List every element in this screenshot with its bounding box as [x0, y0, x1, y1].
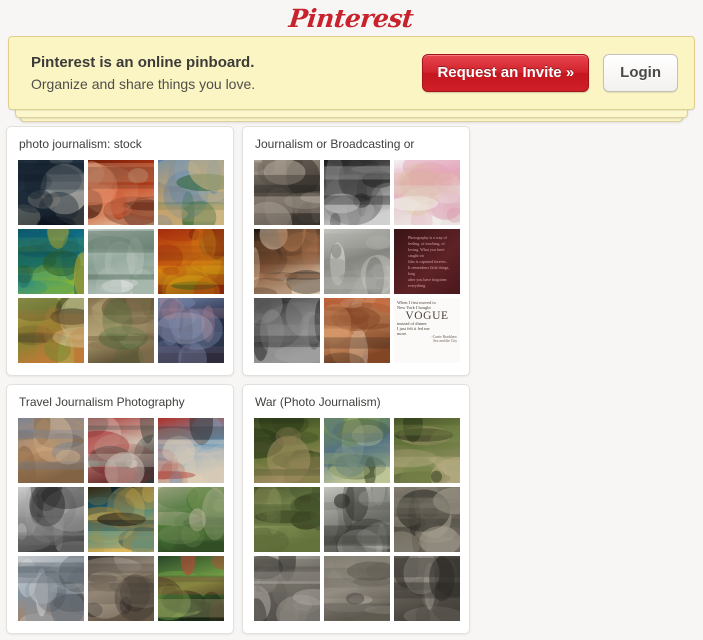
- board-card[interactable]: photo journalism: stock: [6, 126, 234, 376]
- pin-thumbnail[interactable]: [18, 298, 84, 363]
- pin-thumbnail[interactable]: [158, 298, 224, 363]
- pin-thumbnail[interactable]: [158, 418, 224, 483]
- board-card[interactable]: Journalism or Broadcasting or Photography…: [242, 126, 470, 376]
- pin-thumbnail[interactable]: [254, 418, 320, 483]
- banner-headline: Pinterest is an online pinboard.: [31, 53, 255, 71]
- pin-thumbnail[interactable]: [18, 487, 84, 552]
- pin-thumbnail[interactable]: When I first moved to New York I bought VO…: [394, 298, 460, 363]
- board-thumbnail-grid: [18, 418, 224, 621]
- pin-thumbnail[interactable]: [254, 298, 320, 363]
- pin-thumbnail[interactable]: [324, 229, 390, 294]
- pinterest-logo[interactable]: Pinterest: [288, 4, 415, 33]
- pin-thumbnail[interactable]: [88, 229, 154, 294]
- banner-subline: Organize and share things you love.: [31, 75, 256, 92]
- pin-thumbnail[interactable]: [324, 418, 390, 483]
- pin-thumbnail[interactable]: [254, 160, 320, 225]
- pin-thumbnail[interactable]: [324, 298, 390, 363]
- board-thumbnail-grid: Photography is a way of feeling, of touch…: [254, 160, 460, 363]
- pin-thumbnail[interactable]: [158, 556, 224, 621]
- pin-thumbnail[interactable]: [18, 556, 84, 621]
- board-card[interactable]: War (Photo Journalism): [242, 384, 470, 634]
- pinterest-page: Pinterest Pinterest is an online pinboar…: [0, 0, 703, 640]
- banner-text-block: Pinterest is an online pinboard. Organiz…: [31, 52, 422, 94]
- pin-thumbnail[interactable]: [394, 487, 460, 552]
- pin-thumbnail[interactable]: [88, 160, 154, 225]
- board-title[interactable]: Journalism or Broadcasting or: [255, 137, 460, 151]
- pin-thumbnail[interactable]: [158, 160, 224, 225]
- pin-thumbnail[interactable]: [254, 229, 320, 294]
- login-button[interactable]: Login: [603, 54, 678, 92]
- pin-thumbnail[interactable]: [324, 160, 390, 225]
- board-grid: photo journalism: stock Journalism or Bro…: [6, 126, 703, 640]
- board-thumbnail-grid: [18, 160, 224, 363]
- invite-banner-wrapper: Pinterest is an online pinboard. Organiz…: [8, 36, 695, 122]
- pin-thumbnail[interactable]: [254, 487, 320, 552]
- board-card[interactable]: Travel Journalism Photography: [6, 384, 234, 634]
- pin-thumbnail[interactable]: [394, 556, 460, 621]
- site-header: Pinterest: [0, 0, 703, 36]
- pin-thumbnail[interactable]: [88, 487, 154, 552]
- pin-thumbnail[interactable]: [18, 229, 84, 294]
- pin-thumbnail[interactable]: [394, 418, 460, 483]
- invite-banner: Pinterest is an online pinboard. Organiz…: [8, 36, 695, 110]
- pin-thumbnail[interactable]: [394, 160, 460, 225]
- pin-thumbnail[interactable]: [88, 298, 154, 363]
- pin-thumbnail[interactable]: [324, 487, 390, 552]
- pin-thumbnail[interactable]: [18, 160, 84, 225]
- pin-thumbnail[interactable]: [18, 418, 84, 483]
- request-invite-button[interactable]: Request an Invite »: [422, 54, 590, 92]
- pin-thumbnail[interactable]: [158, 229, 224, 294]
- pin-thumbnail[interactable]: [254, 556, 320, 621]
- pin-thumbnail[interactable]: [158, 487, 224, 552]
- board-thumbnail-grid: [254, 418, 460, 621]
- board-title[interactable]: photo journalism: stock: [19, 137, 224, 151]
- pin-thumbnail[interactable]: Photography is a way of feeling, of touch…: [394, 229, 460, 294]
- pin-thumbnail[interactable]: [88, 556, 154, 621]
- pin-thumbnail[interactable]: [88, 418, 154, 483]
- pin-thumbnail[interactable]: [324, 556, 390, 621]
- board-title[interactable]: War (Photo Journalism): [255, 395, 460, 409]
- board-title[interactable]: Travel Journalism Photography: [19, 395, 224, 409]
